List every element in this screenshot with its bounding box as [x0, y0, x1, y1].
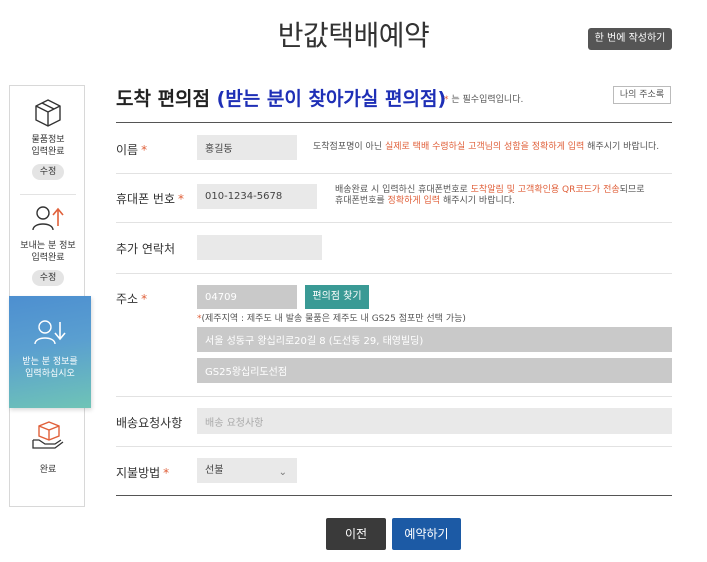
name-help-text: 도착점포명이 아닌 실제로 택배 수령하실 고객님의 성함을 정확하게 입력 해… [313, 142, 659, 153]
extra-contact-input[interactable] [197, 235, 322, 260]
address-required-star: * [141, 292, 148, 306]
row-divider [116, 446, 672, 447]
row-divider [116, 222, 672, 223]
phone-help-2b: 정확하게 입력 [387, 196, 441, 206]
step-divider [20, 194, 76, 195]
row-divider [116, 273, 672, 274]
name-input[interactable]: 홍길동 [197, 135, 297, 160]
zipcode-field: 04709 [197, 285, 297, 309]
step-item-sender-info: 보내는 분 정보 입력완료 수정 [10, 204, 86, 286]
store-name-field: GS25왕십리도선점 [197, 358, 672, 383]
section-title: 도착 편의점 (받는 분이 찾아가실 편의점) [116, 84, 446, 111]
find-store-button[interactable]: 편의점 찾기 [305, 285, 369, 309]
extra-contact-label: 추가 연락처 [116, 242, 176, 256]
row-divider [116, 173, 672, 174]
required-note: * 는 필수입력입니다. [444, 92, 523, 105]
prev-button[interactable]: 이전 [326, 518, 386, 550]
form-bottom-divider [116, 495, 672, 496]
jeju-note: *(제주지역 : 제주도 내 발송 물품은 제주도 내 GS25 점포만 선택 … [197, 311, 466, 324]
section-title-main: 도착 편의점 [116, 88, 211, 110]
jeju-note-text: (제주지역 : 제주도 내 발송 물품은 제주도 내 GS25 점포만 선택 가… [201, 314, 466, 324]
reserve-button[interactable]: 예약하기 [392, 518, 461, 550]
phone-label: 휴대폰 번호 * [116, 190, 184, 207]
phone-label-text: 휴대폰 번호 [116, 192, 176, 206]
payment-label: 지불방법 * [116, 464, 169, 481]
step-label-2a: 보내는 분 정보 [20, 241, 76, 251]
edit-goods-info-button[interactable]: 수정 [31, 164, 65, 180]
step-label-3b: 입력하십시오 [25, 369, 75, 379]
address-label: 주소 * [116, 290, 147, 307]
one-time-write-button[interactable]: 한 번에 작성하기 [588, 28, 672, 50]
step-label-1a: 물품정보 [31, 135, 65, 145]
phone-help-1a: 배송완료 시 입력하신 휴대폰번호로 [335, 185, 471, 195]
phone-help-text: 배송완료 시 입력하신 휴대폰번호로 도착알림 및 고객확인용 QR코드가 전송… [335, 185, 644, 207]
phone-input[interactable]: 010-1234-5678 [197, 184, 317, 209]
phone-help-2a: 휴대폰번호를 [335, 196, 388, 206]
name-required-star: * [141, 143, 148, 157]
step-label-1b: 입력완료 [31, 147, 65, 157]
phone-help-1c: 되므로 [619, 185, 645, 195]
phone-required-star: * [178, 192, 185, 206]
name-label-text: 이름 [116, 143, 139, 157]
address-book-button[interactable]: 나의 주소록 [613, 86, 671, 104]
receiver-icon [34, 320, 66, 345]
address-label-text: 주소 [116, 292, 139, 306]
payment-label-text: 지불방법 [116, 466, 161, 480]
delivery-request-input[interactable]: 배송 요청사항 [197, 408, 672, 434]
edit-sender-info-button[interactable]: 수정 [31, 270, 65, 286]
required-star: * [444, 95, 449, 105]
step-label-4: 완료 [39, 465, 57, 475]
name-help-before: 도착점포명이 아닌 [313, 142, 385, 152]
step-label-3a: 받는 분 정보를 [22, 357, 78, 367]
chevron-down-icon: ⌄ [278, 467, 287, 478]
step-label-2b: 입력완료 [31, 253, 65, 263]
phone-help-2c: 해주시기 바랍니다. [440, 196, 515, 206]
hand-box-icon [32, 421, 64, 449]
step-item-receiver-info-active: 받는 분 정보를 입력하십시오 [9, 296, 91, 408]
sender-icon [32, 206, 64, 231]
step-item-complete: 완료 [10, 420, 86, 476]
delivery-request-label: 배송요청사항 [116, 416, 183, 430]
section-title-sub: (받는 분이 찾아가실 편의점) [216, 88, 447, 110]
payment-required-star: * [163, 466, 170, 480]
name-help-after: 해주시기 바랍니다. [584, 142, 660, 152]
name-label: 이름 * [116, 141, 147, 158]
step-item-goods-info: 물품정보 입력완료 수정 [10, 98, 86, 180]
phone-help-1b: 도착알림 및 고객확인용 QR코드가 전송 [470, 185, 620, 195]
form-top-divider [116, 122, 672, 123]
row-divider [116, 396, 672, 397]
road-address-field: 서울 성동구 왕십리로20길 8 (도선동 29, 태영빌딩) [197, 327, 672, 352]
box-icon [35, 99, 61, 127]
payment-selected-value: 선불 [205, 465, 224, 476]
name-help-highlight: 실제로 택배 수령하실 고객님의 성함을 정확하게 입력 [384, 142, 585, 152]
payment-select[interactable]: 선불 ⌄ [197, 458, 297, 483]
required-note-text: 는 필수입력입니다. [451, 95, 524, 105]
